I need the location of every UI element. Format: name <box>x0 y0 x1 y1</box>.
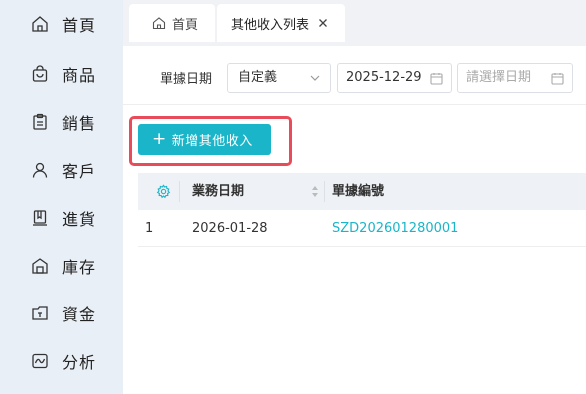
calendar-icon <box>430 73 443 85</box>
column-header-doc-no[interactable]: 單據編號 <box>332 173 384 210</box>
add-button-label: 新增其他收入 <box>171 134 253 149</box>
sidebar-item-sales[interactable]: 銷售 <box>31 110 96 134</box>
home-icon <box>152 17 166 30</box>
end-date-input[interactable]: 請選擇日期 <box>457 63 573 93</box>
sidebar-item-label: 商品 <box>62 66 97 85</box>
close-icon[interactable] <box>317 17 329 29</box>
end-date-placeholder: 請選擇日期 <box>466 70 532 85</box>
sidebar-item-label: 資金 <box>62 305 97 324</box>
tab-home[interactable]: 首頁 <box>129 4 215 42</box>
sidebar-item-label: 客戶 <box>62 162 97 181</box>
main-area: 首頁 其他收入列表 單據日期 自定義 2025-12-29 請選擇日期 + 新增… <box>123 0 586 394</box>
book-icon <box>31 209 49 227</box>
start-date-value: 2025-12-29 <box>346 70 422 85</box>
sidebar-item-label: 首頁 <box>62 16 97 35</box>
home-icon <box>31 15 49 33</box>
row-business-date: 2026-01-28 <box>192 221 268 236</box>
sidebar-item-label: 銷售 <box>62 114 97 133</box>
content-panel: 單據日期 自定義 2025-12-29 請選擇日期 + 新增其他收入 業務日期 … <box>123 46 586 394</box>
sort-icon[interactable] <box>311 185 319 198</box>
sidebar-item-products[interactable]: 商品 <box>31 62 96 86</box>
column-separator <box>179 181 180 202</box>
column-header-business-date[interactable]: 業務日期 <box>192 173 244 210</box>
date-mode-select[interactable]: 自定義 <box>227 63 331 93</box>
sidebar-item-home[interactable]: 首頁 <box>31 12 96 36</box>
sidebar-item-customers[interactable]: 客戶 <box>31 158 96 182</box>
date-mode-value: 自定義 <box>238 70 278 85</box>
bag-icon <box>31 65 49 83</box>
tab-bar: 首頁 其他收入列表 <box>123 0 586 44</box>
row-index: 1 <box>145 221 154 236</box>
row-doc-no-link[interactable]: SZD202601280001 <box>332 210 458 247</box>
sidebar-item-label: 庫存 <box>62 258 97 277</box>
sidebar-item-label: 分析 <box>62 353 97 372</box>
sidebar-item-funds[interactable]: 資金 <box>31 301 96 325</box>
tab-active-label: 其他收入列表 <box>231 17 310 33</box>
sidebar: 首頁 商品 銷售 客戶 進貨 庫存 資金 分析 <box>0 0 123 394</box>
table-row[interactable]: 1 2026-01-28 SZD202601280001 <box>138 210 586 247</box>
divider <box>123 104 586 105</box>
tab-home-label: 首頁 <box>172 17 199 33</box>
sidebar-item-analysis[interactable]: 分析 <box>31 349 96 373</box>
clipboard-icon <box>31 113 49 131</box>
chevron-down-icon <box>310 75 320 81</box>
sidebar-item-inventory[interactable]: 庫存 <box>31 254 96 278</box>
date-filter-label: 單據日期 <box>160 72 213 87</box>
calendar-icon <box>551 73 564 85</box>
wallet-icon <box>31 304 49 322</box>
column-separator <box>324 181 325 202</box>
person-icon <box>31 161 49 179</box>
warehouse-icon <box>31 257 49 275</box>
plus-icon: + <box>152 129 167 149</box>
start-date-input[interactable]: 2025-12-29 <box>337 63 452 93</box>
tab-other-income-list[interactable]: 其他收入列表 <box>217 4 345 42</box>
chart-icon <box>31 352 49 370</box>
sidebar-item-label: 進貨 <box>62 210 97 229</box>
add-other-income-button[interactable]: + 新增其他收入 <box>138 124 271 155</box>
sidebar-item-purchase[interactable]: 進貨 <box>31 206 96 230</box>
table-header: 業務日期 單據編號 <box>138 173 586 210</box>
gear-icon[interactable] <box>156 184 171 199</box>
